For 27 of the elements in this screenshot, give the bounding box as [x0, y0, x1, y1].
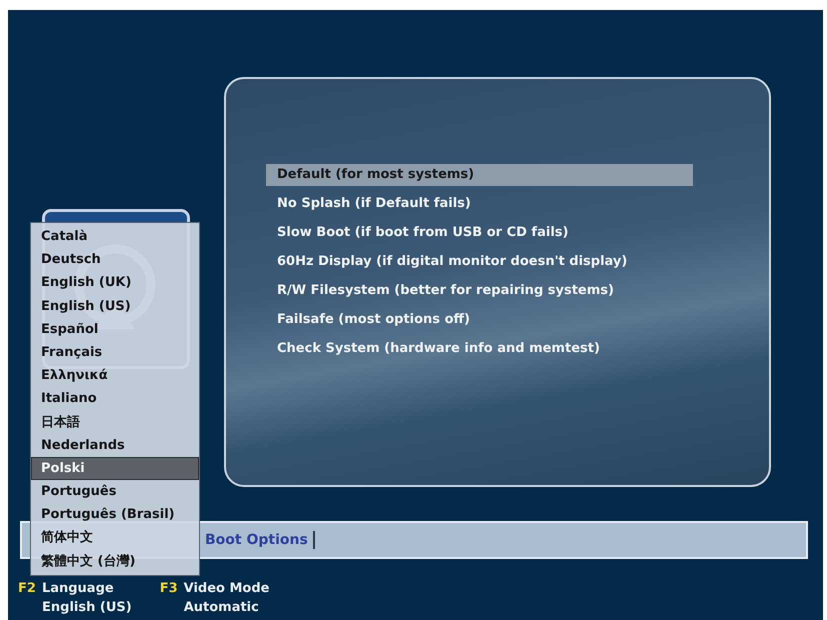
- boot-menu-item[interactable]: Slow Boot (if boot from USB or CD fails): [266, 222, 693, 244]
- language-option[interactable]: 日本語: [31, 410, 199, 434]
- boot-menu-item[interactable]: 60Hz Display (if digital monitor doesn't display): [266, 251, 693, 273]
- function-value: Automatic: [184, 600, 260, 615]
- language-option[interactable]: Deutsch: [31, 248, 199, 272]
- language-option[interactable]: English (US): [31, 294, 199, 318]
- text-cursor: [312, 531, 315, 549]
- boot-menu-item[interactable]: Failsafe (most options off): [266, 309, 693, 331]
- function-key-label: F2: [18, 581, 36, 596]
- language-option[interactable]: Nederlands: [31, 434, 199, 457]
- function-value: English (US): [42, 600, 132, 615]
- function-key-label: F3: [160, 581, 178, 596]
- boot-menu-item[interactable]: Check System (hardware info and memtest): [266, 338, 693, 360]
- language-option[interactable]: Español: [31, 318, 199, 341]
- boot-menu-item[interactable]: No Splash (if Default fails): [266, 193, 693, 215]
- language-option[interactable]: Italiano: [31, 387, 199, 410]
- language-option[interactable]: 简体中文: [31, 526, 199, 550]
- language-option[interactable]: Polski: [31, 456, 199, 480]
- language-option[interactable]: Português: [31, 480, 199, 504]
- function-label: Video Mode: [184, 581, 270, 596]
- boot-menu-item[interactable]: Default (for most systems): [266, 164, 693, 186]
- language-option[interactable]: Català: [31, 225, 199, 248]
- boot-menu-item[interactable]: R/W Filesystem (better for repairing systems): [266, 280, 693, 302]
- language-option[interactable]: Ελληνικά: [31, 364, 199, 388]
- language-option[interactable]: Français: [31, 340, 199, 364]
- language-option[interactable]: English (UK): [31, 271, 199, 295]
- function-label: Language: [42, 581, 114, 596]
